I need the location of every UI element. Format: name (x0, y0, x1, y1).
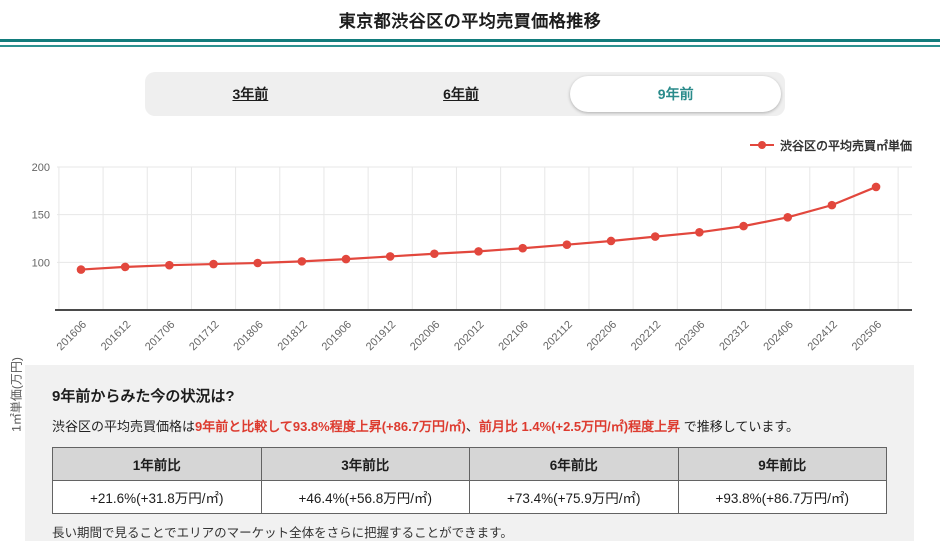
legend-marker-icon (749, 141, 774, 149)
period-tab-bar: 3年前 6年前 9年前 (145, 72, 785, 116)
svg-text:201906: 201906 (320, 319, 354, 353)
svg-text:201612: 201612 (99, 319, 133, 353)
svg-text:100: 100 (32, 257, 50, 269)
value-cell-6y: +73.4%(+75.9万円/㎡) (469, 480, 679, 514)
header-cell-6y: 6年前比 (469, 447, 679, 481)
tab-label: 9年前 (657, 86, 694, 102)
title-underline-thick (0, 39, 940, 42)
svg-text:201806: 201806 (231, 319, 265, 353)
summary-prefix: 渋谷区の平均売買価格は (52, 419, 196, 434)
comparison-value-row: +21.6%(+31.8万円/㎡) +46.4%(+56.8万円/㎡) +73.… (52, 480, 887, 514)
svg-text:201712: 201712 (187, 319, 221, 353)
summary-separator: 、 (465, 419, 479, 434)
svg-text:202306: 202306 (673, 319, 707, 353)
svg-text:202112: 202112 (541, 319, 575, 353)
page: 東京都渋谷区の平均売買価格推移 3年前 6年前 9年前 渋谷区の平均売買㎡単価 … (0, 0, 940, 541)
tab-6-years-ago[interactable]: 6年前 (356, 72, 567, 116)
legend-label: 渋谷区の平均売買㎡単価 (779, 138, 912, 153)
summary-suffix: で推移しています。 (680, 419, 800, 434)
svg-text:202206: 202206 (585, 319, 619, 353)
page-title: 東京都渋谷区の平均売買価格推移 (338, 12, 602, 31)
comparison-table: 1年前比 3年前比 6年前比 9年前比 +21.6%(+31.8万円/㎡) +4… (52, 447, 887, 514)
svg-text:201912: 201912 (364, 319, 398, 353)
value-cell-3y: +46.4%(+56.8万円/㎡) (260, 480, 470, 514)
header-cell-3y: 3年前比 (260, 447, 470, 481)
tab-label: 3年前 (232, 86, 269, 102)
tab-label: 6年前 (443, 86, 479, 102)
svg-text:201606: 201606 (55, 319, 89, 353)
summary-highlight-2: 前月比 1.4%(+2.5万円/㎡)程度上昇 (478, 419, 681, 434)
summary-text: 渋谷区の平均売買価格は9年前と比較して93.8%程度上昇(+86.7万円/㎡)、… (52, 416, 887, 435)
header-cell-1y: 1年前比 (52, 447, 262, 481)
comparison-header-row: 1年前比 3年前比 6年前比 9年前比 (52, 447, 887, 481)
summary-footnote: 長い期間で見ることでエリアのマーケット全体をさらに把握することができます。 (52, 526, 513, 540)
y-axis-title: 1㎡単価(万円) (9, 357, 24, 432)
svg-text:150: 150 (32, 210, 50, 222)
price-trend-chart: 100 150 200 201606 201612 201706 201712 201806 2… (32, 162, 912, 353)
svg-text:202406: 202406 (761, 319, 795, 353)
svg-text:202412: 202412 (806, 319, 840, 353)
svg-text:200: 200 (32, 162, 50, 174)
chart-area: 1㎡単価(万円) 100 150 200 201606 201612 201706 2017… (0, 158, 940, 432)
tab-3-years-ago[interactable]: 3年前 (145, 72, 356, 116)
svg-text:202212: 202212 (629, 319, 663, 353)
summary-highlight-1: 9年前と比較して93.8%程度上昇(+86.7万円/㎡) (195, 419, 466, 434)
summary-heading: 9年前からみた今の状況は? (52, 388, 235, 405)
svg-text:202012: 202012 (452, 319, 486, 353)
svg-text:202006: 202006 (408, 319, 442, 353)
value-cell-9y: +93.8%(+86.7万円/㎡) (677, 480, 887, 514)
tab-9-years-ago[interactable]: 9年前 (570, 76, 782, 112)
title-underline-thin (0, 45, 940, 47)
svg-text:202312: 202312 (717, 319, 751, 353)
summary-panel: 9年前からみた今の状況は? 渋谷区の平均売買価格は9年前と比較して93.8%程度… (25, 365, 914, 541)
header-cell-9y: 9年前比 (677, 447, 887, 481)
value-cell-1y: +21.6%(+31.8万円/㎡) (52, 480, 262, 514)
svg-text:202106: 202106 (496, 319, 530, 353)
chart-legend[interactable]: 渋谷区の平均売買㎡単価 (749, 137, 912, 153)
svg-text:201812: 201812 (276, 319, 310, 353)
svg-text:201706: 201706 (143, 319, 177, 353)
svg-text:202506: 202506 (850, 319, 884, 353)
